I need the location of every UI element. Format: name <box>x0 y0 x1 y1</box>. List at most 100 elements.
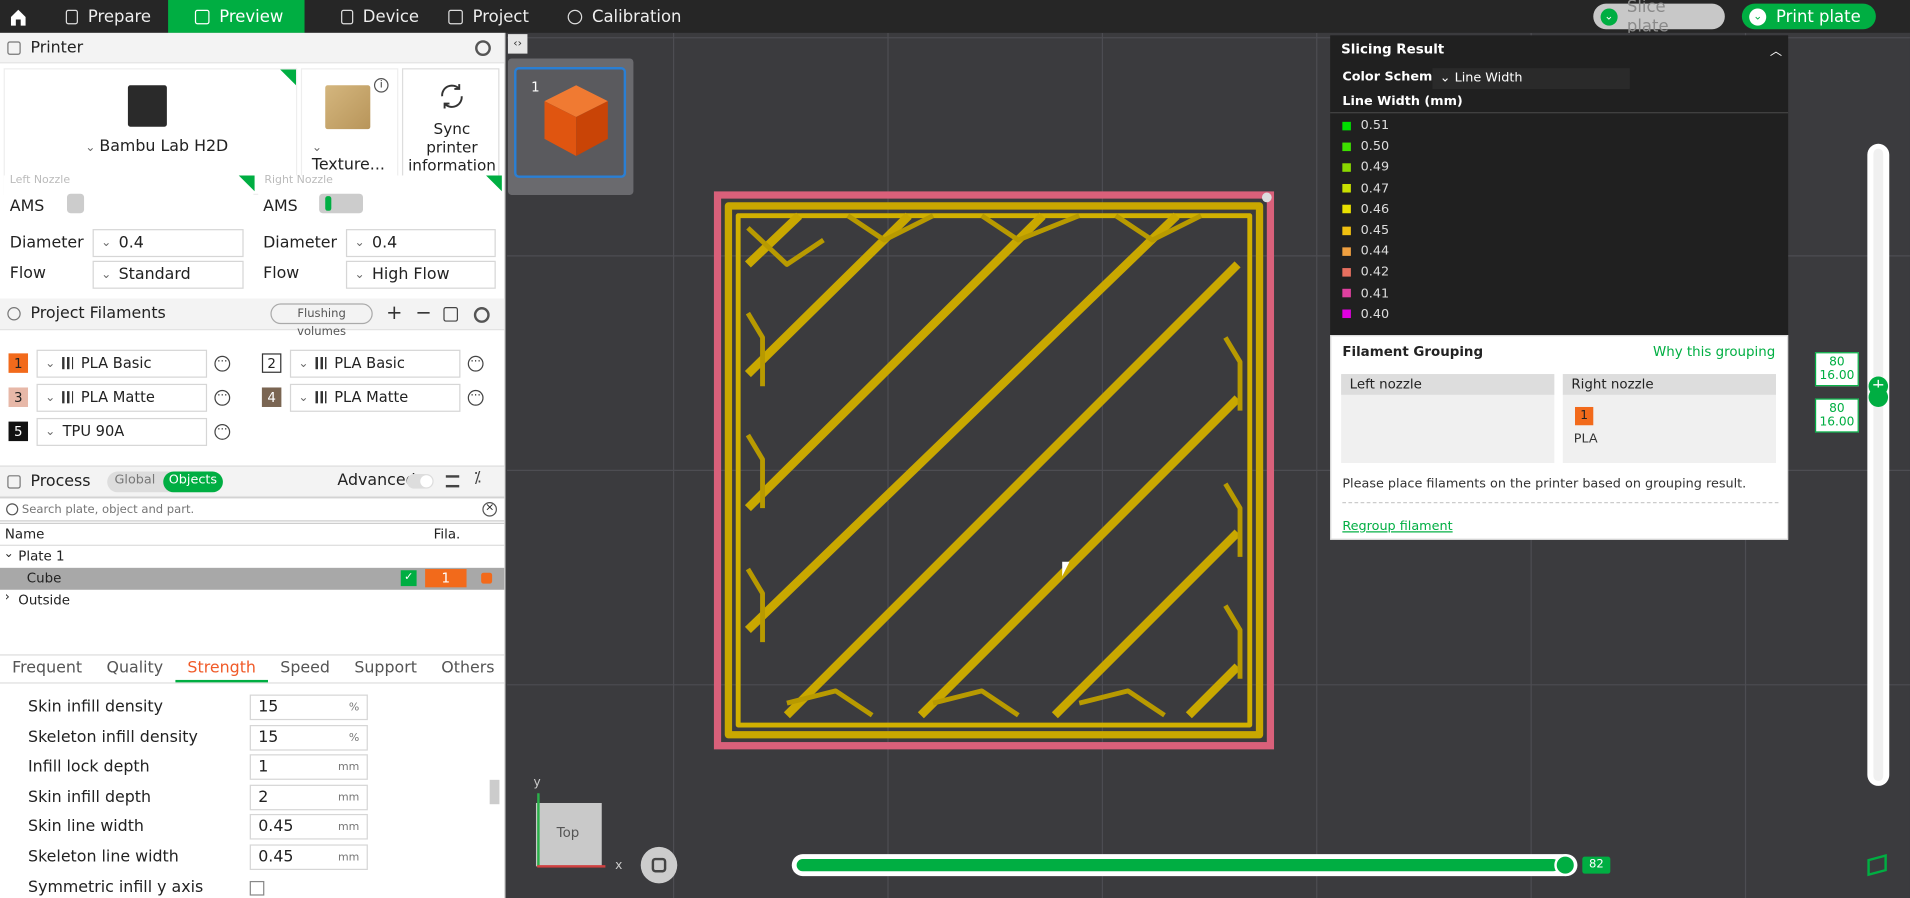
filament-select[interactable]: ⌄ PLA Basic <box>36 349 208 378</box>
advanced-toggle[interactable] <box>406 473 434 489</box>
selected-corner <box>486 175 502 192</box>
layer-slider-handle[interactable] <box>1868 387 1889 407</box>
param-input[interactable]: 2 mm <box>249 784 368 811</box>
param-input[interactable]: 15% <box>249 694 368 721</box>
filament-select[interactable]: ⌄ PLA Matte <box>36 383 208 412</box>
filament-color-swatch[interactable]: 2 <box>261 353 282 373</box>
more-icon[interactable]: ··· <box>214 423 231 440</box>
left-nozzle-group: Left nozzle <box>1341 374 1555 464</box>
plate-image <box>325 85 371 130</box>
param-scrollbar[interactable] <box>489 779 500 805</box>
color-scheme-select[interactable]: ⌄ Line Width <box>1432 68 1630 89</box>
filament-color-swatch[interactable]: 1 <box>8 353 29 373</box>
collapse-icon[interactable]: ︿ <box>1770 40 1782 58</box>
param-input[interactable]: 0.45 mm <box>249 813 368 840</box>
legend-value: 0.40 <box>1360 306 1390 322</box>
param-tabs: Frequent Quality Strength Speed Support … <box>0 654 507 684</box>
clear-search-icon[interactable]: × <box>482 502 497 517</box>
fit-view-button[interactable] <box>640 846 678 884</box>
symmetric-checkbox[interactable] <box>249 880 265 896</box>
legend-value: 0.42 <box>1360 264 1390 280</box>
param-input[interactable]: 1 mm <box>249 754 368 780</box>
left-flow-select[interactable]: ⌄ Standard <box>92 260 244 289</box>
filament-color-swatch[interactable]: 4 <box>261 387 282 407</box>
search-bar: × <box>0 497 505 522</box>
legend-swatch <box>1342 142 1351 151</box>
more-icon[interactable]: ··· <box>467 389 484 406</box>
filament-color-swatch[interactable]: 3 <box>8 387 29 407</box>
chevron-down-icon: ⌄ <box>354 268 365 282</box>
legend-value: 0.51 <box>1360 118 1390 133</box>
list-icon[interactable] <box>445 475 460 488</box>
tab-device[interactable]: Device <box>305 0 437 33</box>
param-input[interactable]: 0.45 mm <box>249 844 368 871</box>
right-flow-select[interactable]: ⌄ High Flow <box>345 260 496 289</box>
why-grouping-link[interactable]: Why this grouping <box>1653 344 1775 360</box>
printer-section-header: Printer <box>0 32 505 64</box>
tree-row-plate[interactable]: ⌄ Plate 1 <box>0 546 504 568</box>
flushing-volumes-button[interactable]: Flushing volumes <box>270 303 373 339</box>
tab-project[interactable]: Project <box>436 0 555 33</box>
chevron-down-icon: ⌄ <box>298 390 309 404</box>
lock-icon[interactable] <box>481 572 493 584</box>
move-slider-handle[interactable] <box>1554 854 1577 877</box>
slice-plate-button[interactable]: ⌄ Slice plate <box>1593 0 1725 36</box>
regroup-filament-link[interactable]: Regroup filament <box>1342 519 1452 534</box>
filament-color-swatch[interactable]: 5 <box>8 421 29 442</box>
filament-map-icon[interactable] <box>443 307 459 322</box>
filament-select[interactable]: ⌄ PLA Matte <box>289 383 461 412</box>
tab-speed[interactable]: Speed <box>268 656 342 683</box>
preview-icon <box>194 9 210 24</box>
remove-filament-button[interactable]: − <box>415 301 431 324</box>
search-input[interactable] <box>21 499 473 520</box>
more-icon[interactable]: ··· <box>214 355 231 372</box>
global-option[interactable]: Global <box>107 472 162 493</box>
legend-value: 0.47 <box>1360 181 1390 196</box>
process-icon <box>7 474 21 489</box>
more-icon[interactable]: ··· <box>214 389 231 406</box>
more-icon[interactable]: ··· <box>467 355 484 372</box>
tab-prepare[interactable]: Prepare <box>37 0 169 33</box>
layer-slider[interactable] <box>1867 143 1890 786</box>
param-label: Skeleton line width <box>28 848 179 867</box>
printer-settings-icon[interactable] <box>475 40 491 57</box>
print-plate-button[interactable]: ⌄ Print plate <box>1741 3 1876 30</box>
filament-brand-icon <box>62 357 74 370</box>
tab-support[interactable]: Support <box>342 656 429 683</box>
home-icon[interactable] <box>0 0 37 33</box>
chevron-down-icon: ⌄ <box>45 424 56 439</box>
visible-checkbox[interactable]: ✓ <box>400 570 417 587</box>
tab-calibration[interactable]: Calibration <box>555 0 698 33</box>
filament-icon <box>7 307 21 321</box>
filament-settings-icon[interactable] <box>473 307 490 323</box>
axis-y-label: y <box>533 776 541 790</box>
add-filament-button[interactable]: + <box>386 301 402 324</box>
info-icon[interactable]: i <box>373 77 389 93</box>
global-objects-toggle[interactable]: Global Objects <box>107 471 224 493</box>
collapse-panel-icon[interactable]: ‹› <box>507 34 528 54</box>
axis-x <box>537 865 606 868</box>
plate-number: 1 <box>531 79 540 96</box>
filament-select[interactable]: ⌄ TPU 90A <box>36 417 208 446</box>
filament-grouping-panel: Filament Grouping Why this grouping Left… <box>1330 335 1789 540</box>
objects-option[interactable]: Objects <box>162 471 224 493</box>
filament-item: 1 ⌄ PLA Basic ··· <box>8 348 231 378</box>
left-diameter-select[interactable]: ⌄ 0.4 <box>92 229 244 258</box>
tab-preview[interactable]: Preview <box>168 0 305 33</box>
plate-thumbnail[interactable]: 1 <box>507 58 634 195</box>
tree-row-object[interactable]: Cube ✓ 1 <box>0 567 505 590</box>
view-cube[interactable]: Top <box>535 802 602 867</box>
tab-frequent[interactable]: Frequent <box>0 656 94 683</box>
tree-row-outside[interactable]: › Outside <box>0 590 504 612</box>
tab-strength[interactable]: Strength <box>175 656 269 683</box>
filament-select[interactable]: ⌄ PLA Basic <box>289 349 461 378</box>
param-input[interactable]: 15% <box>249 725 368 751</box>
filament-chip[interactable]: 1 <box>1575 406 1594 426</box>
compare-icon[interactable]: ⁒ <box>474 469 481 487</box>
move-slider[interactable] <box>791 854 1578 877</box>
tab-quality[interactable]: Quality <box>94 656 175 683</box>
object-filament-badge[interactable]: 1 <box>425 569 467 588</box>
right-diameter-select[interactable]: ⌄ 0.4 <box>345 229 496 258</box>
tab-others[interactable]: Others <box>429 656 507 683</box>
chevron-down-icon: ⌄ <box>101 268 112 282</box>
